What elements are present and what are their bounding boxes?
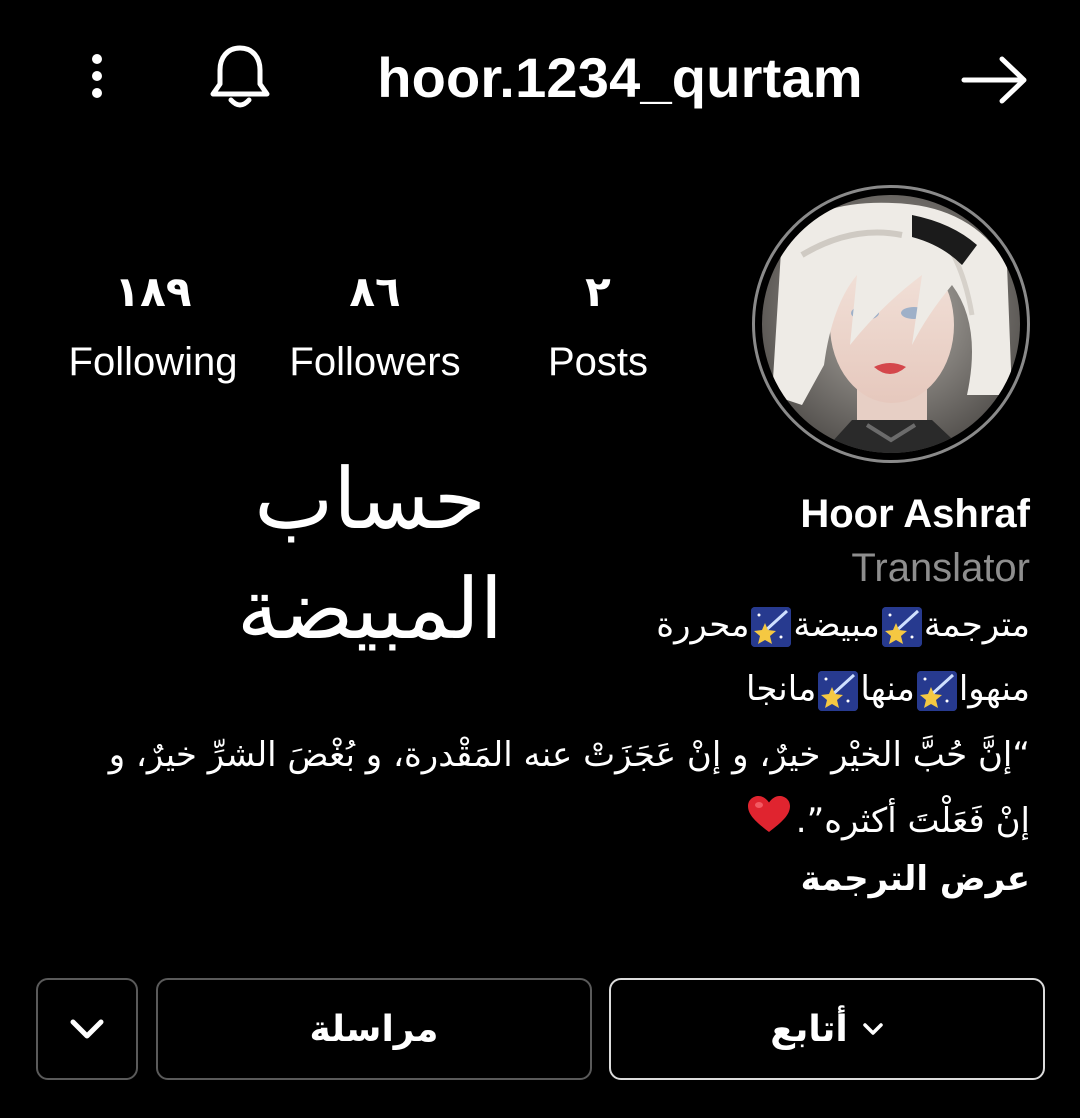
bio-word: مبيضة — [793, 605, 880, 645]
bio-line: مترجمة مبيضة محررة — [656, 596, 1030, 654]
bio-word: مانجا — [745, 669, 817, 709]
bio-line: منهوا منها مانجا — [746, 660, 1030, 718]
stat-posts[interactable]: ٢ Posts — [478, 264, 718, 392]
profile-avatar[interactable] — [762, 195, 1020, 453]
red-heart-icon — [746, 794, 792, 852]
bell-icon — [210, 45, 270, 108]
profile-username: hoor.1234_qurtam — [377, 46, 863, 109]
shooting-star-icon — [881, 606, 922, 647]
following-button[interactable]: أتابع — [609, 978, 1045, 1080]
followers-count: ٨٦ — [349, 267, 401, 316]
more-options-button[interactable] — [72, 46, 122, 106]
bio-word: مترجمة — [923, 605, 1030, 645]
bio-quote-end: إنْ فَعَلْتَ أكثره”. — [746, 792, 1030, 850]
posts-count: ٢ — [585, 267, 611, 316]
stat-followers[interactable]: ٨٦ Followers — [255, 264, 495, 392]
shooting-star-icon — [818, 670, 859, 711]
see-translation-link[interactable]: عرض الترجمة — [801, 850, 1030, 908]
posts-label: Posts — [547, 340, 649, 384]
following-label: Following — [68, 340, 238, 384]
shooting-star-icon — [751, 606, 792, 647]
following-count: ١٨٩ — [114, 267, 192, 316]
bio-quote-line: “إنَّ حُبَّ الخيْر خيرٌ، و إنْ عَجَزَتْ … — [108, 735, 1030, 775]
chevron-down-icon — [70, 1019, 104, 1039]
shooting-star-icon — [916, 670, 957, 711]
bio-quote-text: إنْ فَعَلْتَ أكثره”. — [795, 801, 1030, 841]
more-vertical-icon — [92, 54, 102, 98]
stat-following[interactable]: ١٨٩ Following — [33, 264, 273, 392]
arrow-right-icon — [961, 56, 1027, 104]
profile-category: Translator — [851, 546, 1030, 590]
bio-word: محررة — [656, 605, 750, 645]
follow-label: أتابع — [770, 1008, 848, 1050]
profile-banner-text: حساب المبيضة — [236, 450, 504, 658]
bio-word: منهوا — [958, 669, 1030, 709]
followers-label: Followers — [289, 340, 461, 384]
suggested-accounts-button[interactable] — [36, 978, 138, 1080]
notifications-button[interactable] — [205, 40, 275, 114]
message-button[interactable]: مراسلة — [156, 978, 592, 1080]
display-name: Hoor Ashraf — [800, 492, 1030, 536]
chevron-down-icon — [862, 1023, 883, 1035]
back-button[interactable] — [955, 45, 1035, 115]
message-label: مراسلة — [309, 1008, 439, 1050]
bio-word: منها — [860, 669, 915, 709]
